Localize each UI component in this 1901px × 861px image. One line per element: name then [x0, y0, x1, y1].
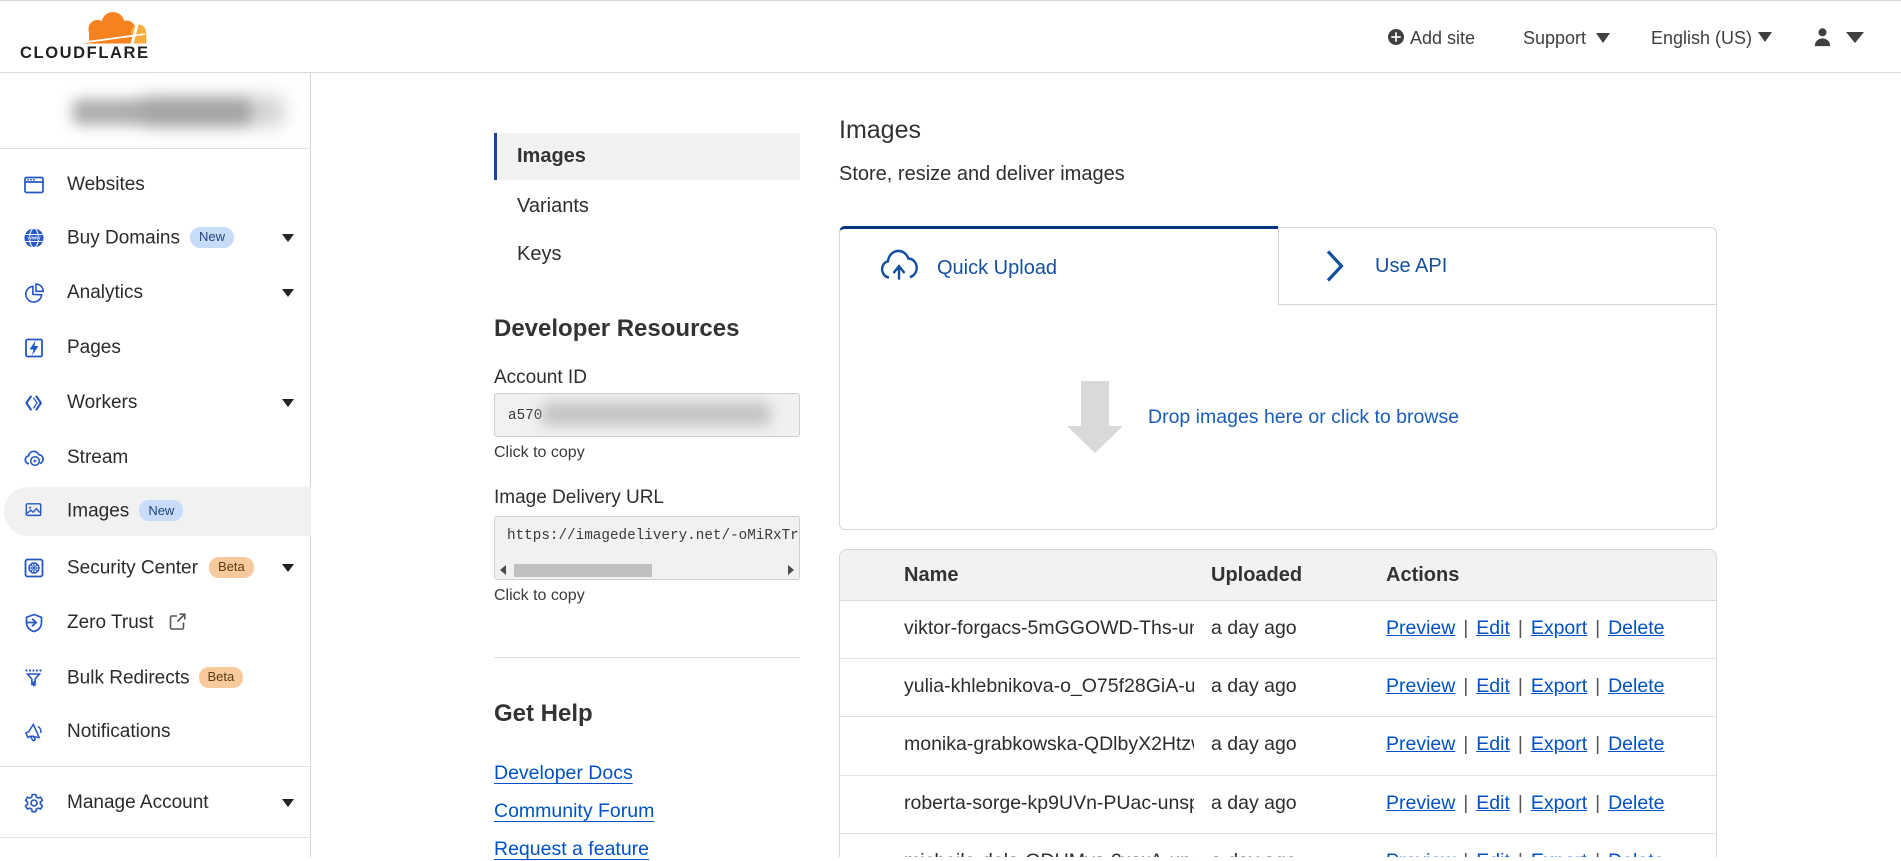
svg-text:CLOUDFLARE: CLOUDFLARE: [20, 44, 150, 62]
svg-text:WWW: WWW: [27, 236, 41, 241]
